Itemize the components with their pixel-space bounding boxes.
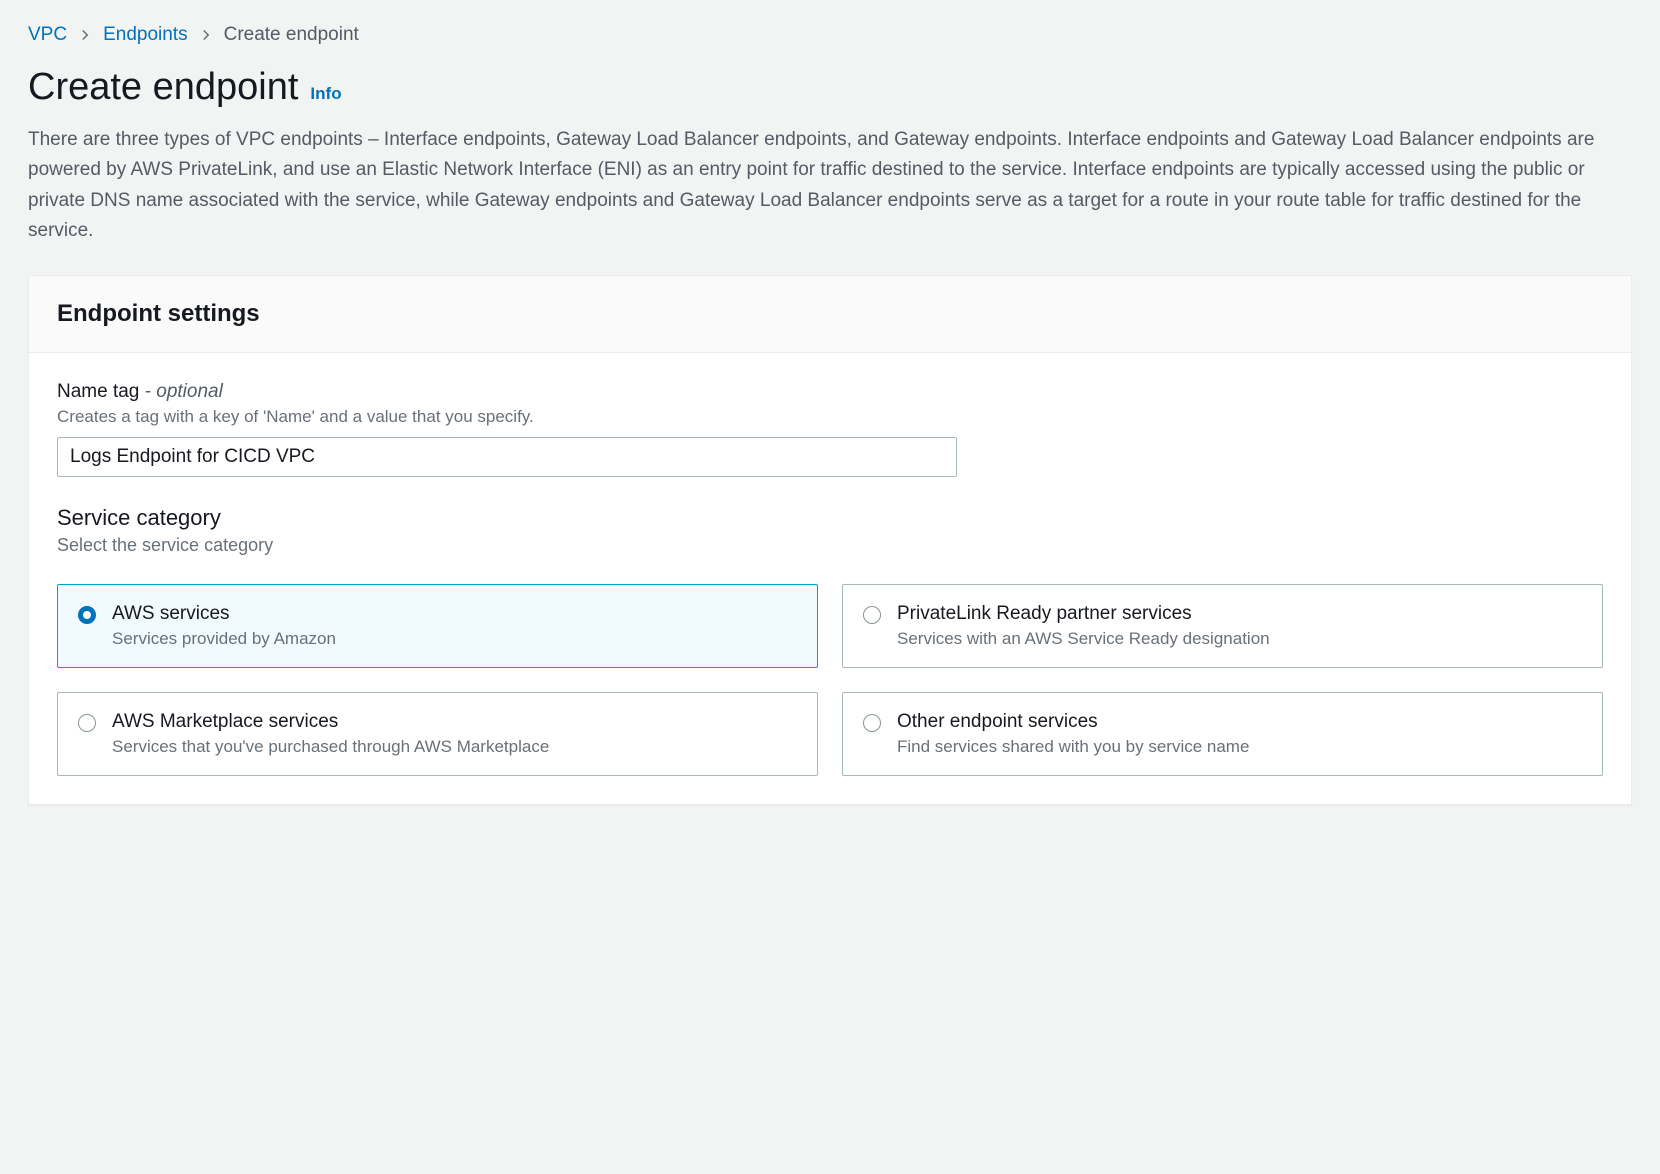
chevron-right-icon <box>79 29 91 41</box>
tile-privatelink-ready[interactable]: PrivateLink Ready partner services Servi… <box>842 584 1603 668</box>
endpoint-settings-panel: Endpoint settings Name tag - optional Cr… <box>28 275 1632 805</box>
service-category-label: Service category <box>57 505 1603 531</box>
name-tag-hint: Creates a tag with a key of 'Name' and a… <box>57 407 1603 427</box>
breadcrumb: VPC Endpoints Create endpoint <box>28 24 1632 46</box>
radio-icon <box>863 714 881 732</box>
chevron-right-icon <box>200 29 212 41</box>
service-category-hint: Select the service category <box>57 535 1603 556</box>
radio-icon <box>78 714 96 732</box>
name-tag-input[interactable] <box>57 437 957 477</box>
tile-title: AWS Marketplace services <box>112 711 797 733</box>
radio-icon <box>78 606 96 624</box>
info-link[interactable]: Info <box>310 84 341 104</box>
page-description: There are three types of VPC endpoints –… <box>28 125 1632 247</box>
tile-desc: Services provided by Amazon <box>112 629 797 649</box>
tile-other-endpoint[interactable]: Other endpoint services Find services sh… <box>842 692 1603 776</box>
tile-aws-marketplace[interactable]: AWS Marketplace services Services that y… <box>57 692 818 776</box>
tile-title: PrivateLink Ready partner services <box>897 603 1582 625</box>
breadcrumb-link-endpoints[interactable]: Endpoints <box>103 24 188 46</box>
tile-aws-services[interactable]: AWS services Services provided by Amazon <box>57 584 818 668</box>
tile-desc: Services with an AWS Service Ready desig… <box>897 629 1582 649</box>
page-title: Create endpoint <box>28 66 298 109</box>
breadcrumb-current: Create endpoint <box>224 24 359 46</box>
tile-desc: Find services shared with you by service… <box>897 737 1582 757</box>
panel-title: Endpoint settings <box>57 300 1603 328</box>
name-tag-label: Name tag - optional <box>57 381 1603 403</box>
tile-title: AWS services <box>112 603 797 625</box>
tile-desc: Services that you've purchased through A… <box>112 737 797 757</box>
tile-title: Other endpoint services <box>897 711 1582 733</box>
breadcrumb-link-vpc[interactable]: VPC <box>28 24 67 46</box>
radio-icon <box>863 606 881 624</box>
